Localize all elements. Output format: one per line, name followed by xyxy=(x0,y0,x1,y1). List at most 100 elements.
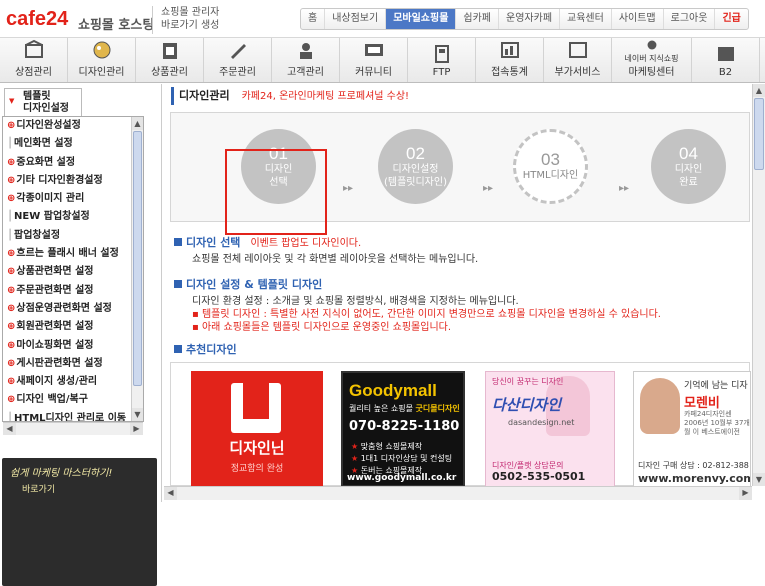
expand-icon[interactable]: ⊕ xyxy=(7,358,15,369)
mainnav-item-8[interactable]: 부가서비스 xyxy=(544,38,612,82)
topnav-item-1[interactable]: 내상점보기 xyxy=(325,9,387,29)
topnav-item-7[interactable]: 로그아웃 xyxy=(664,9,716,29)
expand-icon[interactable]: ⊕ xyxy=(7,248,15,259)
sidebar-tree-item[interactable]: ⊕기타 디자인환경설정 xyxy=(3,172,143,190)
sidebar-tree-item[interactable]: │HTML디자인 관리로 이동 xyxy=(3,410,143,421)
sidebar-tree-item[interactable]: ⊕흐르는 플래시 배너 설정 xyxy=(3,245,143,263)
sidebar-tree-item[interactable]: ⊕주문관련화면 설정 xyxy=(3,282,143,300)
topnav-item-8[interactable]: 긴급 xyxy=(715,9,747,29)
scroll-right-arrow[interactable]: ▶ xyxy=(130,423,143,435)
expand-icon[interactable]: ⊕ xyxy=(7,376,15,387)
design-card-3[interactable]: 당신이 꿈꾸는 디자인 다산디자인 dasandesign.net 디자인/플랫… xyxy=(485,371,615,486)
design-card-1[interactable]: 디자인닌 정교함의 완성 xyxy=(191,371,323,486)
step-3[interactable]: 03 HTML디자인 xyxy=(513,129,588,204)
topnav-item-6[interactable]: 사이트맵 xyxy=(612,9,664,29)
content-hscroll[interactable]: ◀ ▶ xyxy=(164,486,752,500)
step-2[interactable]: 02 디자인설정 (템플릿디자인) xyxy=(378,129,453,204)
scroll-up-arrow[interactable]: ▲ xyxy=(132,117,143,130)
topnav-item-2[interactable]: 모바일쇼핑몰 xyxy=(386,9,457,29)
card-bullet: 1대1 디자인상담 및 컨설팅 xyxy=(351,453,452,465)
sidebar-tree-item[interactable]: ⊕각종이미지 관리 xyxy=(3,190,143,208)
section-design-settings: 디자인 설정 & 템플릿 디자인 디자인 환경 설정 : 소개글 및 쇼핑몰 정… xyxy=(174,276,661,334)
expand-icon[interactable]: ⊕ xyxy=(7,394,15,405)
sidebar-tab-template[interactable]: 템플릿 디자인설정 xyxy=(4,88,82,116)
header: cafe24 쇼핑몰 호스팅 쇼핑몰 관리자 바로가기 생성 홈 내상점보기 모바일… xyxy=(0,0,765,38)
cafe24-logo[interactable]: cafe24 xyxy=(6,8,68,31)
expand-icon[interactable]: ⊕ xyxy=(7,303,15,314)
sidebar-tree-item[interactable]: ⊕회원관련화면 설정 xyxy=(3,318,143,336)
section-note: 이벤트 팝업도 디자인이다. xyxy=(250,238,362,249)
shortcut-line2: 바로가기 생성 xyxy=(161,20,220,31)
step-4[interactable]: 04 디자인 완료 xyxy=(651,129,726,204)
sidebar-tree-item[interactable]: ⊕새페이지 생성/관리 xyxy=(3,373,143,391)
sidebar-vscroll[interactable]: ▲ ▼ xyxy=(131,117,143,421)
card-desc: 카페24디자인센 2006년 10월부 37개월 이 베스트에이전 xyxy=(684,410,750,436)
sidebar-tree-label: 각종이미지 관리 xyxy=(16,193,85,205)
mainnav-item-1[interactable]: 디자인관리 xyxy=(68,38,136,82)
sidebar-tree-item[interactable]: ⊕디자인 백업/복구 xyxy=(3,391,143,409)
section-title: 추천디자인 xyxy=(186,343,237,356)
sidebar-tree-item[interactable]: ⊕상점운영관련화면 설정 xyxy=(3,300,143,318)
card-bullet: 맞춤형 쇼핑몰제작 xyxy=(351,441,452,453)
sidebar-tree-item[interactable]: ⊕마이쇼핑화면 설정 xyxy=(3,337,143,355)
expand-icon[interactable]: ⊕ xyxy=(7,175,15,186)
mainnav-label: 상점관리 xyxy=(15,67,52,78)
section-title: 디자인 선택 xyxy=(186,236,241,249)
mainnav-label: B2 xyxy=(718,67,733,78)
sidebar-tree-label: 디자인 백업/복구 xyxy=(16,394,88,406)
mainnav-item-10[interactable]: B2 xyxy=(692,38,760,82)
expand-icon[interactable]: ⊕ xyxy=(7,321,15,332)
expand-icon[interactable]: ⊕ xyxy=(7,340,15,351)
scroll-up-arrow[interactable]: ▲ xyxy=(753,84,765,97)
scroll-down-arrow[interactable]: ▼ xyxy=(753,473,765,486)
mainnav-sub: 네이버 지식쇼핑 xyxy=(624,54,679,63)
topnav-item-4[interactable]: 운영자카페 xyxy=(499,9,561,29)
topnav-item-0[interactable]: 홈 xyxy=(301,9,326,29)
scroll-down-arrow[interactable]: ▼ xyxy=(132,408,143,421)
admin-shortcut-link[interactable]: 쇼핑몰 관리자 바로가기 생성 xyxy=(152,6,242,34)
mainnav-item-9[interactable]: 네이버 지식쇼핑 마케팅센터 xyxy=(612,38,692,82)
mainnav-label: FTP xyxy=(432,67,451,78)
mainnav-item-2[interactable]: 상품관리 xyxy=(136,38,204,82)
sidebar-tree-label: 상점운영관련화면 설정 xyxy=(16,302,112,314)
card-url: www.morenvy.com xyxy=(638,472,751,485)
award-link[interactable]: 카페24, 온라인마케팅 프로페셔널 수상! xyxy=(242,91,409,102)
sidebar-tree-item[interactable]: ⊕게시판관련화면 설정 xyxy=(3,355,143,373)
sidebar-tree-item[interactable]: ⊕디자인완성설정 xyxy=(3,117,143,135)
mainnav-item-6[interactable]: FTP xyxy=(408,38,476,82)
sidebar-hscroll[interactable]: ◀ ▶ xyxy=(3,422,143,435)
content-panel: 디자인관리 카페24, 온라인마케팅 프로페셔널 수상! 01 디자인 선택 ▸▸… xyxy=(164,84,752,486)
expand-icon[interactable]: ⊕ xyxy=(7,120,15,131)
sidebar-tree-item[interactable]: │메인화면 설정 xyxy=(3,135,143,153)
card-phone: 070-8225-1180 xyxy=(349,419,460,434)
card-consult: 디자인 구매 상담 : 02-812-388 xyxy=(638,461,749,470)
recommended-designs: 디자인닌 정교함의 완성 Goodymall 퀄리티 높은 쇼핑몰 굿디몰디자인… xyxy=(170,362,751,486)
sidebar-tree-item[interactable]: │팝업창설정 xyxy=(3,227,143,245)
expand-icon[interactable]: ⊕ xyxy=(7,285,15,296)
mainnav-item-0[interactable]: 상점관리 xyxy=(0,38,68,82)
addon-icon xyxy=(568,42,587,58)
scroll-thumb[interactable] xyxy=(133,131,142,386)
sidebar-tree-item[interactable]: │NEW 팝업창설정 xyxy=(3,208,143,226)
scroll-left-arrow[interactable]: ◀ xyxy=(3,423,16,435)
expand-icon[interactable]: ⊕ xyxy=(7,157,15,168)
topnav-item-5[interactable]: 교육센터 xyxy=(560,9,612,29)
mainnav-label: 상품관리 xyxy=(151,67,188,78)
topnav-item-3[interactable]: 쉽카페 xyxy=(456,9,500,29)
expand-icon[interactable]: ⊕ xyxy=(7,266,15,277)
mainnav-item-5[interactable]: 커뮤니티 xyxy=(340,38,408,82)
marketing-ad-banner[interactable]: 쉽게 마케팅 마스터하기! 바로가기 xyxy=(2,458,157,586)
scroll-left-arrow[interactable]: ◀ xyxy=(164,487,177,500)
mainnav-item-3[interactable]: 주문관리 xyxy=(204,38,272,82)
sidebar-tree-item[interactable]: ⊕중요화면 설정 xyxy=(3,154,143,172)
scroll-right-arrow[interactable]: ▶ xyxy=(739,487,752,500)
sidebar-tree-item[interactable]: ⊕상품관련화면 설정 xyxy=(3,263,143,281)
mainnav-item-4[interactable]: 고객관리 xyxy=(272,38,340,82)
logo-subtitle: 쇼핑몰 호스팅 xyxy=(78,18,155,33)
content-vscroll[interactable]: ▲ ▼ xyxy=(752,84,765,486)
design-card-4[interactable]: 기억에 남는 디자 모렌비 카페24디자인센 2006년 10월부 37개월 이… xyxy=(633,371,751,486)
expand-icon[interactable]: ⊕ xyxy=(7,193,15,204)
design-card-2[interactable]: Goodymall 퀄리티 높은 쇼핑몰 굿디몰디자인 070-8225-118… xyxy=(341,371,465,486)
mainnav-item-7[interactable]: 접속통계 xyxy=(476,38,544,82)
scroll-thumb[interactable] xyxy=(754,98,764,170)
